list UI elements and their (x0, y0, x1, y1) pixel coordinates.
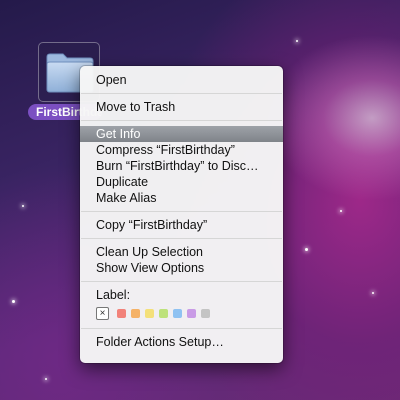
menu-separator (81, 281, 282, 282)
menu-item-folder-actions-setup[interactable]: Folder Actions Setup… (80, 334, 283, 350)
label-green-swatch[interactable] (159, 308, 168, 318)
menu-separator (81, 211, 282, 212)
menu-item-burn-to-disc[interactable]: Burn “FirstBirthday” to Disc… (80, 158, 283, 174)
star (296, 40, 298, 42)
context-menu: Open Move to Trash Get Info Compress “Fi… (80, 66, 283, 363)
star (340, 210, 342, 212)
label-gray-swatch[interactable] (201, 308, 210, 318)
menu-item-copy[interactable]: Copy “FirstBirthday” (80, 217, 283, 233)
label-blue-swatch[interactable] (173, 308, 182, 318)
star (305, 248, 308, 251)
menu-item-duplicate[interactable]: Duplicate (80, 174, 283, 190)
menu-separator (81, 120, 282, 121)
star (22, 205, 24, 207)
label-yellow-swatch[interactable] (145, 308, 154, 318)
menu-item-make-alias[interactable]: Make Alias (80, 190, 283, 206)
label-none-swatch[interactable]: × (96, 306, 109, 320)
menu-separator (81, 328, 282, 329)
menu-item-clean-up-selection[interactable]: Clean Up Selection (80, 244, 283, 260)
menu-item-compress[interactable]: Compress “FirstBirthday” (80, 142, 283, 158)
menu-separator (81, 238, 282, 239)
label-red-swatch[interactable] (117, 308, 126, 318)
menu-separator (81, 93, 282, 94)
label-purple-swatch[interactable] (187, 308, 196, 318)
star (12, 300, 15, 303)
menu-item-get-info[interactable]: Get Info (80, 126, 283, 142)
star (45, 378, 47, 380)
label-swatches: × (80, 303, 283, 323)
menu-item-show-view-options[interactable]: Show View Options (80, 260, 283, 276)
desktop: { "desktop_item": { "label": "FirstBirth… (0, 0, 400, 400)
label-orange-swatch[interactable] (131, 308, 140, 318)
star (372, 292, 374, 294)
label-section-title: Label: (96, 288, 131, 302)
menu-item-move-to-trash[interactable]: Move to Trash (80, 99, 283, 115)
menu-item-open[interactable]: Open (80, 72, 283, 88)
